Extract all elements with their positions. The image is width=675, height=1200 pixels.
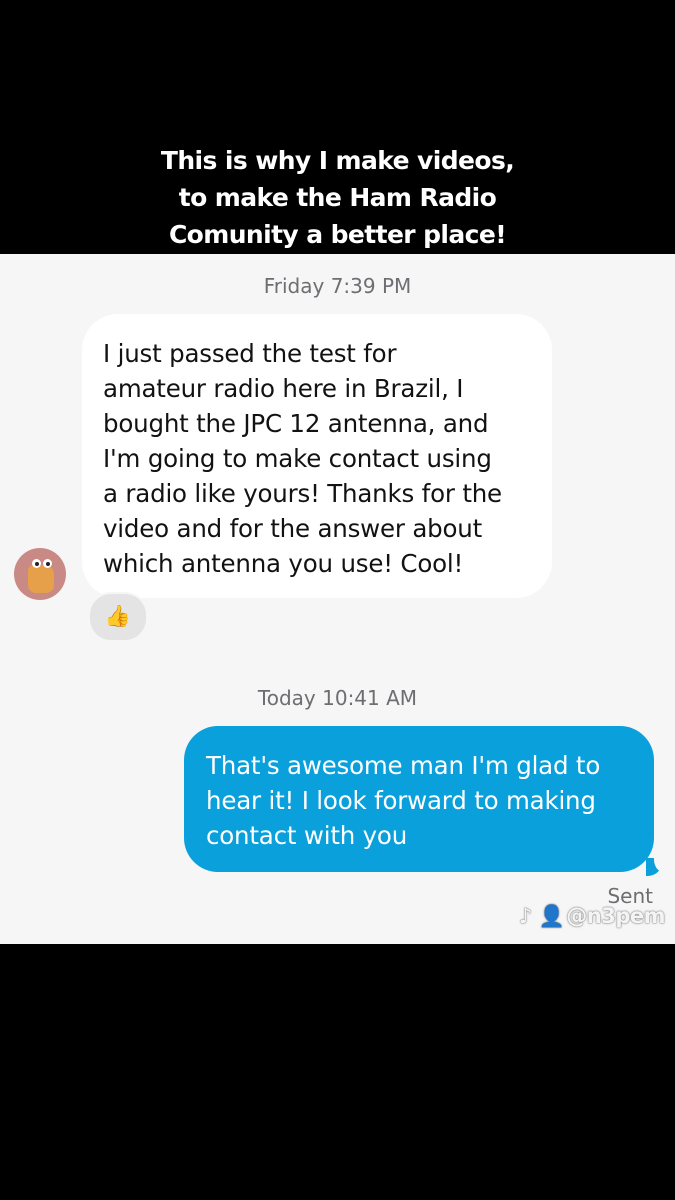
caption-line: to make the Ham Radio (178, 183, 497, 212)
message-line: hear it! I look forward to making (206, 786, 596, 815)
watermark-handle: @n3pem (566, 904, 665, 928)
caption-line: This is why I make videos, (160, 146, 515, 175)
avatar-eye (43, 559, 52, 568)
video-caption: This is why I make videos, to make the H… (0, 142, 675, 253)
message-line: contact with you (206, 821, 408, 850)
sender-avatar[interactable] (14, 548, 66, 600)
sent-message-bubble[interactable]: That's awesome man I'm glad to hear it! … (184, 726, 654, 872)
message-line: video and for the answer about (103, 514, 483, 543)
message-timestamp: Friday 7:39 PM (263, 274, 412, 298)
message-line: That's awesome man I'm glad to (206, 751, 601, 780)
avatar-eye (32, 559, 41, 568)
message-line: I just passed the test for (103, 339, 397, 368)
message-line: amateur radio here in Brazil, I (103, 374, 464, 403)
chat-screen: Friday 7:39 PM I just passed the test fo… (0, 254, 675, 944)
message-line: which antenna you use! Cool! (103, 549, 464, 578)
bottom-black-bar (0, 944, 675, 1200)
message-timestamp: Today 10:41 AM (257, 686, 418, 710)
caption-line: Comunity a better place! (168, 220, 507, 249)
tiktok-watermark: ♪ 👤@n3pem (518, 904, 666, 929)
received-message-bubble[interactable]: I just passed the test for amateur radio… (82, 314, 552, 598)
message-line: a radio like yours! Thanks for the (103, 479, 502, 508)
message-line: bought the JPC 12 antenna, and (103, 409, 489, 438)
message-line: I'm going to make contact using (103, 444, 492, 473)
tiktok-logo-icon: ♪ 👤 (518, 904, 565, 928)
cookie-character-icon (28, 565, 54, 593)
thumbs-up-reaction-icon[interactable]: 👍 (88, 592, 148, 642)
